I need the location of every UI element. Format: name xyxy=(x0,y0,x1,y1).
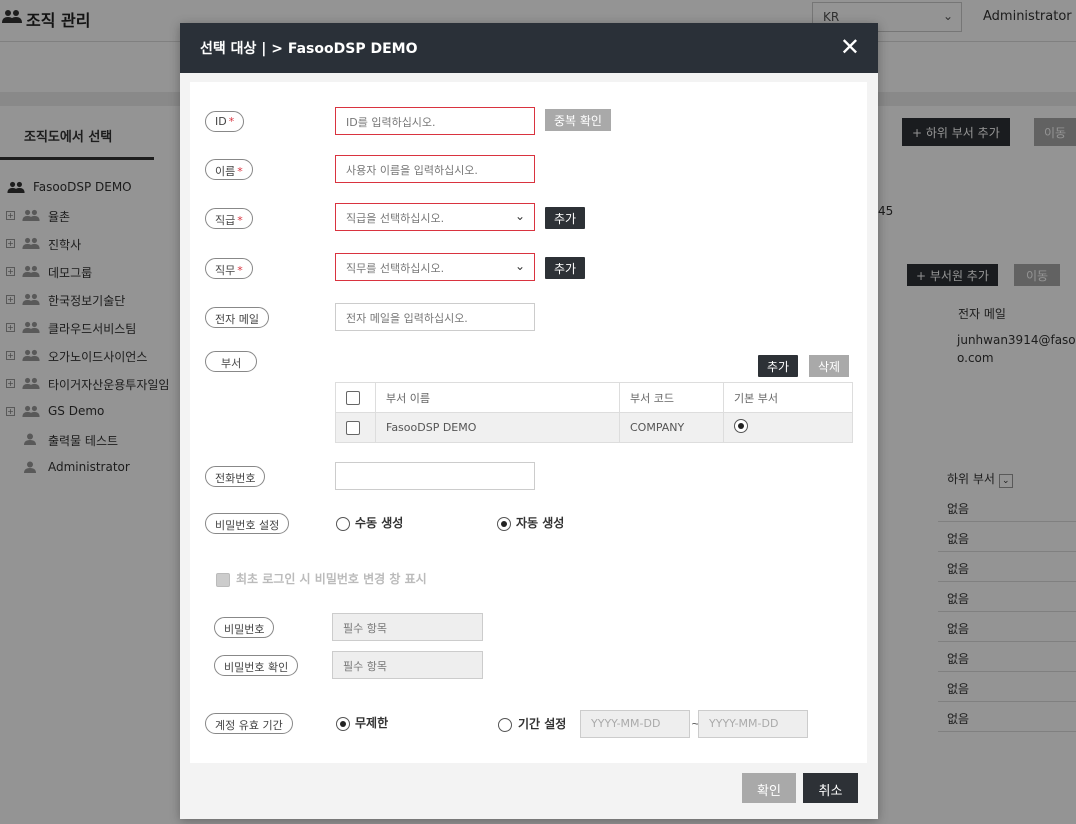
dept-table: 부서 이름 부서 코드 기본 부서 FasooDSP DEMO COMPANY xyxy=(335,382,853,443)
dialog-title: 선택 대상 | > FasooDSP DEMO xyxy=(200,41,418,57)
delete-dept-button[interactable]: 삭제 xyxy=(809,355,850,377)
column-header: 부서 코드 xyxy=(619,382,724,413)
name-label: 이름 * xyxy=(205,159,253,180)
select-all-cell xyxy=(335,382,376,413)
close-button[interactable]: ✕ xyxy=(840,33,860,61)
dept-label: 부서 xyxy=(205,351,258,372)
required-mark: * xyxy=(237,264,243,277)
dept-name-cell: FasooDSP DEMO xyxy=(375,412,620,443)
table-header-row: 부서 이름 부서 코드 기본 부서 xyxy=(335,382,853,413)
unlimited-label: 무제한 xyxy=(355,716,389,730)
password-setting-label: 비밀번호 설정 xyxy=(205,513,290,534)
id-input[interactable]: ID를 입력하십시오. xyxy=(335,107,535,135)
duty-label: 직무 * xyxy=(205,258,253,279)
chevron-down-icon: ⌄ xyxy=(514,259,525,273)
required-mark: * xyxy=(237,165,243,178)
add-user-dialog: 선택 대상 | > FasooDSP DEMO ✕ ID * ID를 입력하십시오… xyxy=(180,23,878,819)
period-radio[interactable] xyxy=(498,718,512,732)
dialog-body: ID * ID를 입력하십시오. 중복 확인 이름 * 사용자 이름을 입력하십시오… xyxy=(190,82,867,763)
select-all-checkbox[interactable] xyxy=(346,390,360,405)
primary-dept-radio[interactable] xyxy=(734,419,748,433)
dept-code-cell: COMPANY xyxy=(619,412,724,443)
end-date-input[interactable]: YYYY-MM-DD xyxy=(698,710,808,738)
phone-input[interactable] xyxy=(335,462,535,490)
name-label-text: 이름 xyxy=(215,165,236,178)
dialog-header: 선택 대상 | > FasooDSP DEMO ✕ xyxy=(180,23,878,73)
column-header: 기본 부서 xyxy=(723,382,853,413)
rank-label-text: 직급 xyxy=(215,214,236,227)
duty-label-text: 직무 xyxy=(215,264,236,277)
validity-label: 계정 유효 기간 xyxy=(205,713,293,734)
period-label: 기간 설정 xyxy=(518,717,567,731)
password-input[interactable]: 필수 항목 xyxy=(332,613,483,641)
required-mark: * xyxy=(228,115,235,128)
id-label: ID * xyxy=(205,111,245,132)
password-confirm-label: 비밀번호 확인 xyxy=(214,655,299,676)
add-rank-button[interactable]: 추가 xyxy=(545,207,586,229)
confirm-button[interactable]: 확인 xyxy=(742,773,796,803)
email-label: 전자 메일 xyxy=(205,307,269,328)
manual-generate-label: 수동 생성 xyxy=(355,516,404,530)
password-confirm-input[interactable]: 필수 항목 xyxy=(332,651,483,679)
name-input[interactable]: 사용자 이름을 입력하십시오. xyxy=(335,155,535,183)
phone-label: 전화번호 xyxy=(205,466,266,487)
chevron-down-icon: ⌄ xyxy=(514,209,525,223)
duty-select[interactable]: 직무를 선택하십시오. ⌄ xyxy=(335,253,535,281)
id-label-text: ID xyxy=(215,115,227,128)
cancel-button[interactable]: 취소 xyxy=(803,773,858,803)
password-label: 비밀번호 xyxy=(214,617,275,638)
add-duty-button[interactable]: 추가 xyxy=(545,257,586,279)
add-dept-button[interactable]: 추가 xyxy=(758,355,799,377)
manual-generate-radio[interactable] xyxy=(336,517,350,531)
primary-dept-cell xyxy=(723,412,853,443)
rank-label: 직급 * xyxy=(205,208,253,229)
row-select-cell xyxy=(335,412,376,443)
column-header: 부서 이름 xyxy=(375,382,620,413)
rank-select[interactable]: 직급을 선택하십시오. ⌄ xyxy=(335,203,535,231)
rank-select-value: 직급을 선택하십시오. xyxy=(346,212,445,225)
check-duplicate-button[interactable]: 중복 확인 xyxy=(545,109,611,131)
unlimited-radio[interactable] xyxy=(336,717,350,731)
row-checkbox[interactable] xyxy=(346,420,360,435)
required-mark: * xyxy=(237,214,243,227)
auto-generate-radio[interactable] xyxy=(497,517,511,531)
duty-select-value: 직무를 선택하십시오. xyxy=(346,262,445,275)
email-input[interactable]: 전자 메일을 입력하십시오. xyxy=(335,303,535,331)
first-login-checkbox[interactable] xyxy=(216,573,230,587)
table-row: FasooDSP DEMO COMPANY xyxy=(335,412,853,443)
start-date-input[interactable]: YYYY-MM-DD xyxy=(580,710,690,738)
first-login-label: 최초 로그인 시 비밀번호 변경 창 표시 xyxy=(236,572,427,586)
auto-generate-label: 자동 생성 xyxy=(516,516,565,530)
